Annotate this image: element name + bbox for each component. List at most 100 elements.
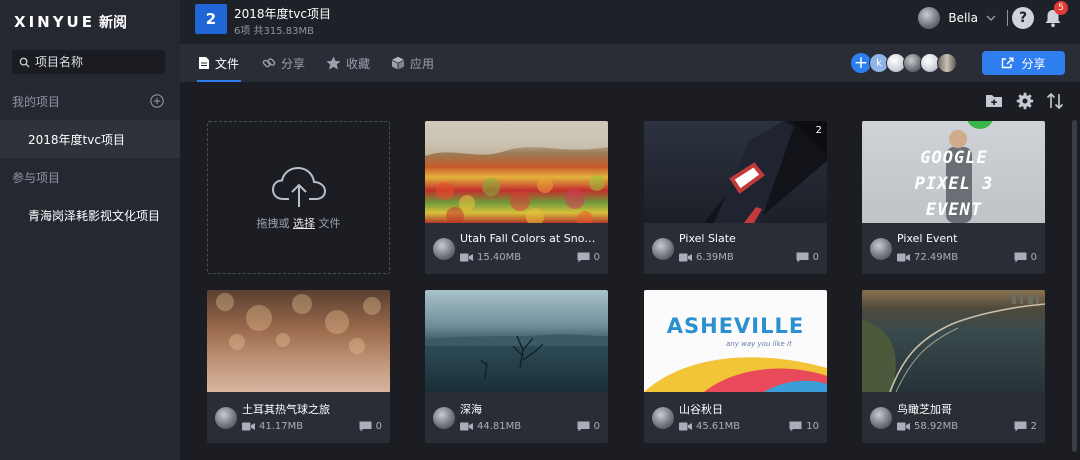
star-icon — [326, 56, 341, 70]
comment-count[interactable]: 0 — [796, 252, 819, 263]
tab-share[interactable]: 分享 — [262, 44, 305, 82]
thumbnail-autumn-forest — [425, 121, 608, 223]
video-icon — [897, 253, 910, 262]
upload-dropzone[interactable]: 拖拽或 选择 文件 — [207, 121, 390, 274]
file-card[interactable]: Utah Fall Colors at Snowb... 15.40MB 0 — [425, 121, 608, 274]
upload-select-link[interactable]: 选择 — [293, 217, 315, 230]
share-label: 分享 — [1021, 56, 1046, 71]
avatar — [870, 407, 892, 429]
file-size: 41.17MB — [242, 421, 303, 432]
file-title: 深海 — [460, 403, 482, 416]
comment-count[interactable]: 0 — [577, 421, 600, 432]
comment-icon — [789, 421, 802, 432]
sidebar: XINYUE 新阅 我的项目 2018年度tvc项目 参与项目 青海岗泽耗影视文… — [0, 0, 180, 460]
share-button[interactable]: 分享 — [982, 51, 1065, 75]
file-card[interactable]: 深海 44.81MB 0 — [425, 290, 608, 443]
file-size-value: 6.39MB — [696, 252, 734, 263]
thumbnail-keynote: GOOGLE PIXEL 3 EVENT — [862, 121, 1045, 223]
add-folder-icon[interactable] — [985, 92, 1003, 110]
file-card[interactable]: 鸟瞰芝加哥 58.92MB 2 — [862, 290, 1045, 443]
search-icon — [19, 57, 30, 68]
comment-icon — [796, 252, 809, 263]
comment-count-value: 0 — [593, 252, 600, 263]
video-icon — [897, 422, 910, 431]
user-menu[interactable]: Bella — [918, 7, 996, 29]
comment-icon — [359, 421, 372, 432]
divider — [1007, 10, 1008, 26]
comment-count[interactable]: 0 — [1014, 252, 1037, 263]
comment-icon — [1014, 421, 1027, 432]
tab-files[interactable]: 文件 — [196, 44, 242, 82]
comment-count[interactable]: 2 — [1014, 421, 1037, 432]
project-title: 2018年度tvc项目 — [234, 7, 331, 21]
add-project-icon[interactable] — [150, 94, 164, 108]
sort-icon[interactable] — [1046, 92, 1064, 110]
comment-count[interactable]: 0 — [359, 421, 382, 432]
logo[interactable]: XINYUE 新阅 — [14, 12, 127, 32]
comment-count-value: 0 — [375, 421, 382, 432]
thumbnail-bokeh — [207, 290, 390, 392]
comment-count[interactable]: 10 — [789, 421, 819, 432]
file-size: 44.81MB — [460, 421, 521, 432]
file-title: 山谷秋日 — [679, 403, 723, 416]
sidebar-project-2018-tvc[interactable]: 2018年度tvc项目 — [0, 120, 180, 158]
file-card[interactable]: 土耳其热气球之旅 41.17MB 0 — [207, 290, 390, 443]
thumbnail-device: 2 — [644, 121, 827, 223]
file-title: 土耳其热气球之旅 — [242, 403, 330, 416]
logo-brand: XINYUE — [14, 13, 95, 31]
file-size: 58.92MB — [897, 421, 958, 432]
file-title: Pixel Slate — [679, 232, 736, 245]
add-member-button[interactable]: + — [851, 53, 871, 73]
file-size: 6.39MB — [679, 252, 734, 263]
sidebar-item-label: 2018年度tvc项目 — [28, 132, 125, 147]
file-size-value: 72.49MB — [914, 252, 959, 263]
avatar — [918, 7, 941, 29]
video-icon — [242, 422, 255, 431]
upload-hint: 拖拽或 选择 文件 — [257, 215, 341, 231]
comment-icon — [577, 252, 590, 263]
app-window: XINYUE 新阅 我的项目 2018年度tvc项目 参与项目 青海岗泽耗影视文… — [0, 0, 1080, 460]
avatar — [652, 238, 674, 260]
comment-count-value: 0 — [1030, 252, 1037, 263]
video-icon — [460, 253, 473, 262]
tab-label: 收藏 — [346, 56, 371, 71]
comment-icon — [577, 421, 590, 432]
project-badge: 2 — [195, 4, 227, 34]
file-icon — [199, 57, 209, 69]
comment-icon — [1014, 252, 1027, 263]
thumbnail-title: GOOGLE PIXEL 3 EVENT — [914, 148, 994, 220]
video-icon — [679, 253, 692, 262]
member-avatar[interactable] — [937, 53, 957, 73]
top-bar: 2 2018年度tvc项目 6项 共315.83MB Bella ? 5 — [180, 0, 1080, 44]
file-size: 15.40MB — [460, 252, 521, 263]
project-search[interactable] — [12, 50, 165, 74]
my-projects-label: 我的项目 — [12, 94, 61, 109]
help-icon[interactable]: ? — [1012, 7, 1034, 29]
my-projects-header: 我的项目 — [0, 86, 180, 116]
file-size-value: 45.61MB — [696, 421, 741, 432]
tab-apps[interactable]: 应用 — [391, 44, 434, 82]
cube-icon — [392, 56, 404, 70]
version-count: 2 — [815, 125, 822, 136]
thumbnail-aerial — [862, 290, 1045, 392]
comment-count[interactable]: 0 — [577, 252, 600, 263]
sidebar-project-qinghai[interactable]: 青海岗泽耗影视文化项目 — [0, 196, 180, 234]
tab-favorites[interactable]: 收藏 — [326, 44, 370, 82]
comment-count-value: 2 — [1030, 421, 1037, 432]
file-card[interactable]: GOOGLE PIXEL 3 EVENT Pixel Event 72.49MB… — [862, 121, 1045, 274]
settings-icon[interactable] — [1016, 92, 1034, 110]
avatar — [433, 238, 455, 260]
notification-badge: 5 — [1054, 1, 1068, 15]
scrollbar[interactable] — [1072, 120, 1077, 452]
file-title: 鸟瞰芝加哥 — [897, 403, 952, 416]
avatar — [870, 238, 892, 260]
project-meta: 6项 共315.83MB — [234, 26, 315, 37]
user-name: Bella — [948, 11, 978, 25]
joined-projects-header: 参与项目 — [0, 162, 180, 192]
tab-label: 分享 — [281, 56, 306, 71]
file-size-value: 44.81MB — [477, 421, 522, 432]
thumbnail-subtitle: any way you like it — [726, 340, 792, 348]
file-card[interactable]: 2 Pixel Slate 6.39MB 0 — [644, 121, 827, 274]
file-card[interactable]: ASHEVILLE any way you like it 山谷秋日 45.61… — [644, 290, 827, 443]
search-input[interactable] — [35, 55, 155, 69]
